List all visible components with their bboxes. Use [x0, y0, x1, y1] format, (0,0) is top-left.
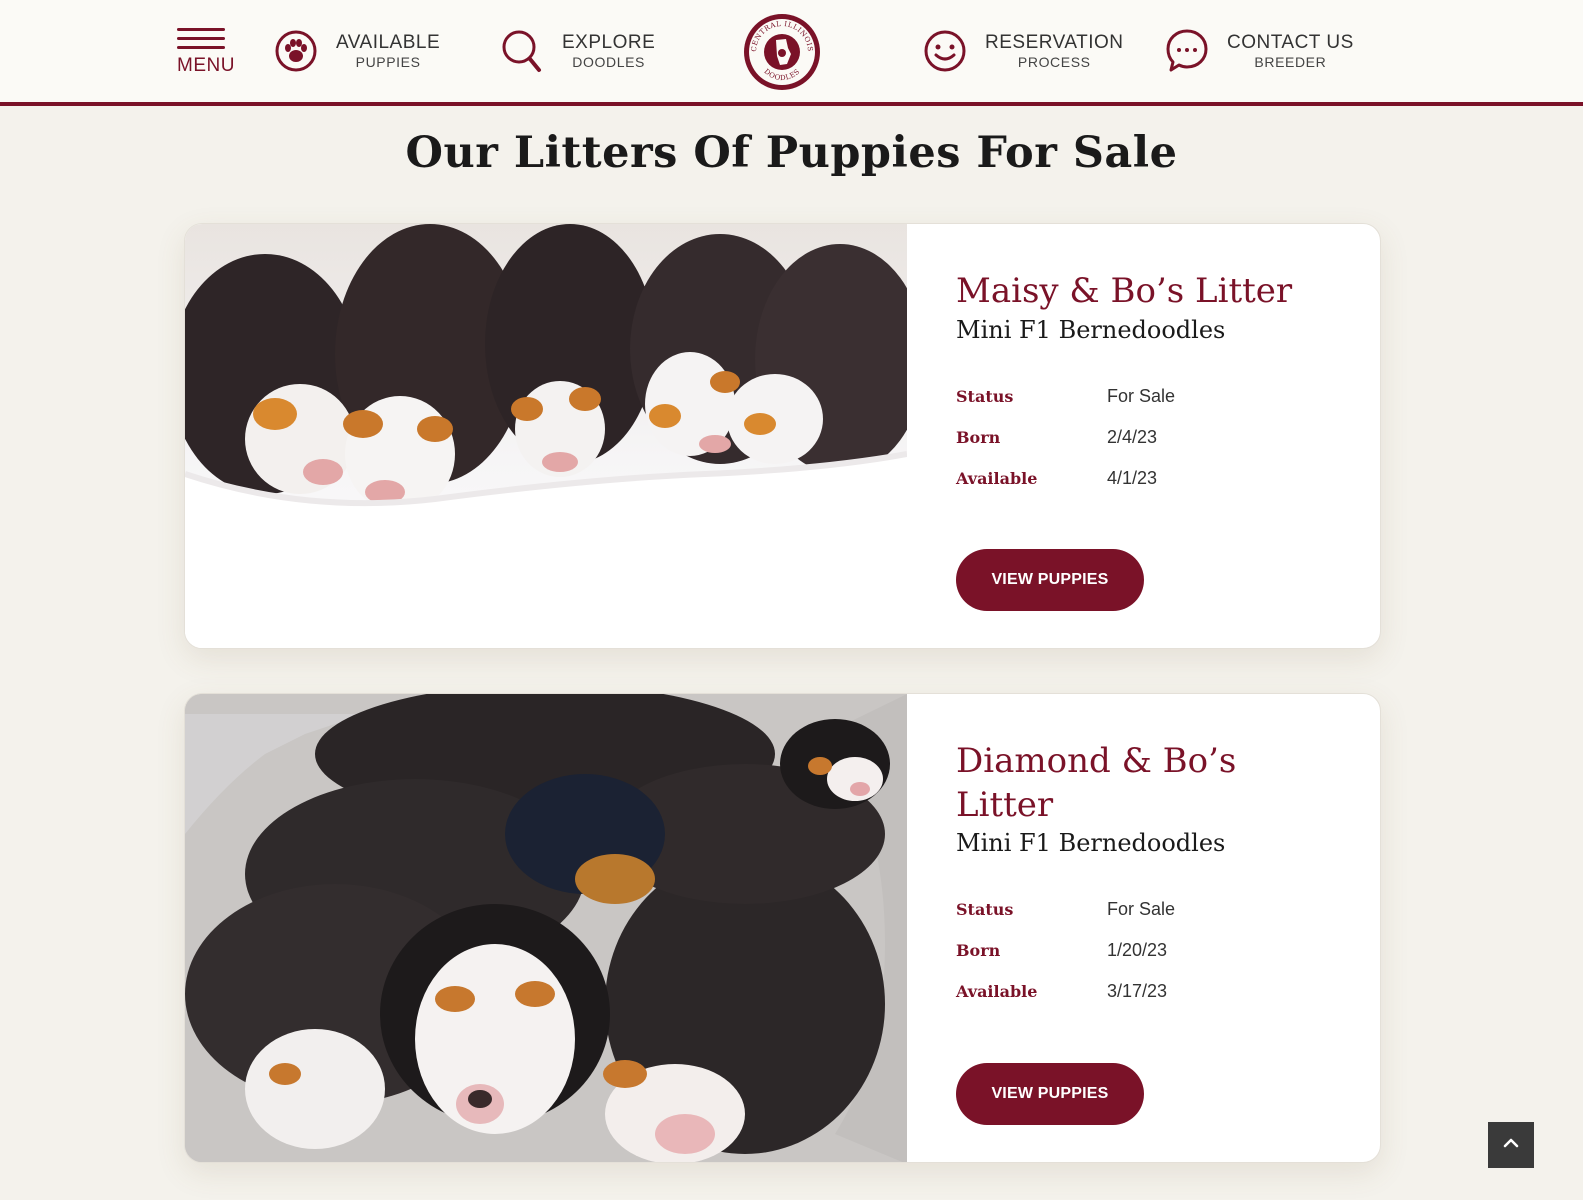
site-header: MENU AVAILABLE PUPPIES EXPLORE DOODLES C… [0, 0, 1583, 106]
fact-status: Status For Sale [956, 376, 1356, 417]
site-logo[interactable]: CENTRAL ILLINOIS DOODLES [742, 12, 822, 92]
nav-label: EXPLORE [562, 32, 656, 53]
litter-name: Maisy & Bo’s Litter [956, 271, 1293, 311]
nav-label: RESERVATION [985, 32, 1124, 53]
chevron-up-icon [1503, 1136, 1519, 1154]
fact-value: 1/20/23 [1107, 940, 1168, 961]
nav-label: AVAILABLE [336, 32, 441, 53]
litter-card: Diamond & Bo’s Litter Mini F1 Bernedoodl… [184, 693, 1381, 1163]
litter-photo [185, 694, 907, 1162]
menu-label: MENU [177, 55, 235, 76]
page-title: Our Litters Of Puppies For Sale [405, 128, 1178, 178]
hamburger-icon [177, 28, 237, 49]
nav-available-puppies[interactable]: AVAILABLE PUPPIES [274, 28, 440, 74]
litter-photo [185, 224, 925, 648]
litter-info: Maisy & Bo’s Litter Mini F1 Bernedoodles… [956, 270, 1356, 499]
nav-sublabel: PUPPIES [355, 54, 421, 70]
fact-label: Status [956, 386, 1014, 406]
litter-info: Diamond & Bo’s Litter Mini F1 Bernedoodl… [956, 740, 1356, 1012]
nav-sublabel: PROCESS [1017, 54, 1091, 70]
fact-born: Born 1/20/23 [956, 930, 1356, 971]
fact-status: Status For Sale [956, 889, 1356, 930]
scroll-to-top-button[interactable] [1488, 1122, 1534, 1168]
fact-value: 2/4/23 [1107, 426, 1158, 447]
fact-label: Born [956, 941, 1001, 961]
fact-available: Available 4/1/23 [956, 458, 1356, 499]
nav-label: CONTACT US [1227, 32, 1354, 53]
fact-value: 3/17/23 [1107, 981, 1168, 1002]
litter-name: Diamond & Bo’s Litter [956, 741, 1237, 825]
nav-contact-us[interactable]: CONTACT US BREEDER [1165, 28, 1354, 74]
litter-card: Maisy & Bo’s Litter Mini F1 Bernedoodles… [184, 223, 1381, 649]
paw-icon [274, 29, 318, 73]
fact-label: Available [956, 982, 1038, 1002]
fact-label: Born [956, 427, 1001, 447]
litter-type: Mini F1 Bernedoodles [956, 829, 1226, 858]
nav-explore-doodles[interactable]: EXPLORE DOODLES [500, 28, 655, 74]
smiley-icon [923, 29, 967, 73]
fact-value: For Sale [1107, 385, 1176, 406]
fact-label: Status [956, 900, 1014, 920]
litter-facts: Status For Sale Born 2/4/23 Available 4/… [956, 376, 1356, 499]
fact-value: For Sale [1107, 899, 1176, 920]
view-puppies-button[interactable]: VIEW PUPPIES [956, 1063, 1144, 1125]
chat-icon [1165, 29, 1209, 73]
litter-type: Mini F1 Bernedoodles [956, 315, 1226, 344]
fact-born: Born 2/4/23 [956, 417, 1356, 458]
nav-reservation-process[interactable]: RESERVATION PROCESS [923, 28, 1124, 74]
fact-value: 4/1/23 [1107, 467, 1158, 488]
menu-button[interactable]: MENU [177, 28, 237, 84]
view-puppies-button[interactable]: VIEW PUPPIES [956, 549, 1144, 611]
nav-sublabel: BREEDER [1254, 54, 1327, 70]
search-icon [500, 29, 544, 73]
fact-available: Available 3/17/23 [956, 971, 1356, 1012]
nav-sublabel: DOODLES [572, 54, 645, 70]
litter-facts: Status For Sale Born 1/20/23 Available 3… [956, 889, 1356, 1012]
fact-label: Available [956, 468, 1038, 488]
